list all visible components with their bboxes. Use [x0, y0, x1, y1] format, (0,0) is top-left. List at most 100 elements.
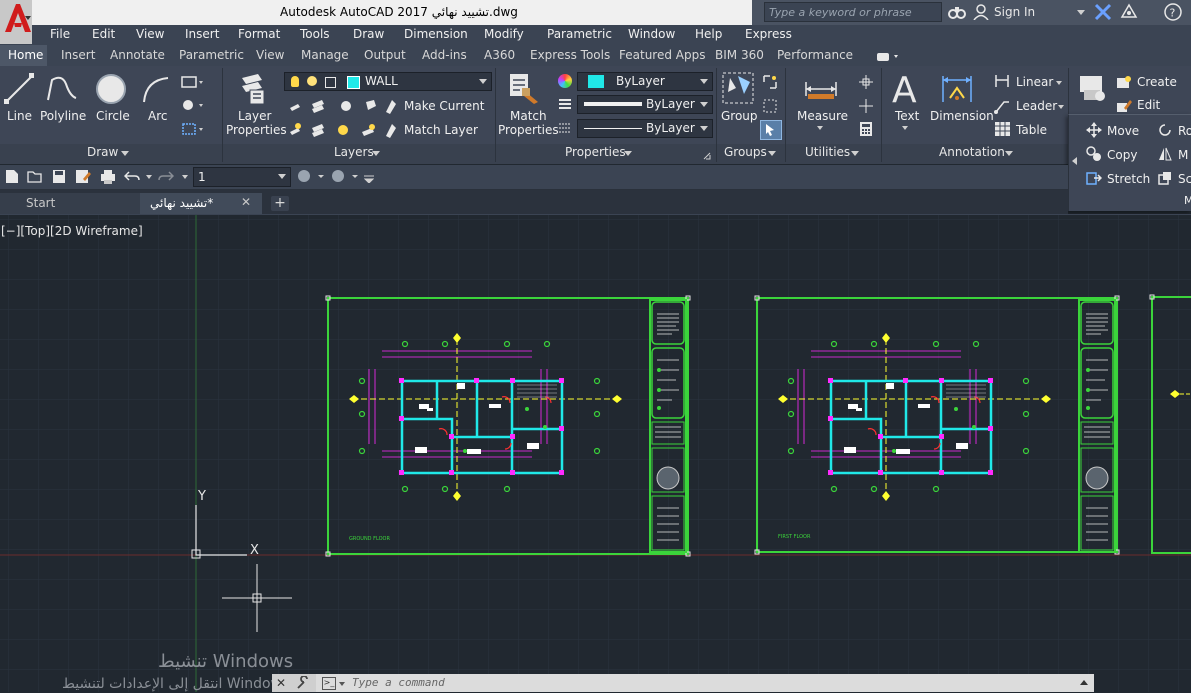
make-current-icon[interactable] [384, 98, 398, 114]
chevron-down-icon[interactable] [182, 175, 188, 179]
chevron-down-icon[interactable] [146, 175, 152, 179]
layer-dropdown[interactable]: WALL [284, 72, 492, 91]
dimension-icon[interactable] [940, 72, 974, 106]
text-icon[interactable]: A [890, 70, 922, 111]
stretch-icon[interactable] [1086, 170, 1103, 186]
tab-a360[interactable]: A360 [484, 48, 515, 62]
measure-button[interactable]: Measure [797, 109, 848, 123]
linear-dimension-icon[interactable] [994, 73, 1010, 89]
wrench-icon[interactable] [296, 675, 310, 690]
tab-annotate[interactable]: Annotate [110, 48, 165, 62]
arc-button[interactable]: Arc [148, 109, 167, 123]
properties-panel-title[interactable]: Properties [565, 145, 626, 159]
linetype-dropdown[interactable]: ByLayer [577, 119, 713, 138]
menu-draw[interactable]: Draw [353, 27, 384, 41]
modify-panel-title[interactable]: M [1184, 194, 1191, 207]
match-properties-icon[interactable] [508, 72, 542, 106]
draw-panel-title[interactable]: Draw [87, 145, 118, 159]
table-icon[interactable] [995, 122, 1010, 136]
scale-icon[interactable] [1158, 171, 1172, 185]
tab-view[interactable]: View [256, 48, 284, 62]
application-menu-button[interactable] [0, 0, 32, 44]
menu-format[interactable]: Format [238, 27, 280, 41]
edit-block-icon[interactable] [1116, 98, 1132, 114]
ungroup-icon[interactable] [762, 74, 778, 90]
viewport-controls-label[interactable]: [−][Top][2D Wireframe] [1, 224, 143, 238]
group-icon[interactable] [722, 72, 754, 104]
groups-panel-title[interactable]: Groups [724, 145, 767, 159]
polyline-button[interactable]: Polyline [40, 109, 86, 123]
polyline-icon[interactable] [46, 74, 78, 104]
calculator-icon[interactable] [860, 122, 872, 136]
menu-insert[interactable]: Insert [185, 27, 219, 41]
tab-add-ins[interactable]: Add-ins [422, 48, 467, 62]
group-edit-icon[interactable] [762, 98, 778, 114]
layer-properties-label-2[interactable]: Properties [226, 123, 287, 137]
stretch-button[interactable]: Stretch [1107, 172, 1150, 186]
linetype-icon[interactable] [558, 121, 572, 135]
save-icon[interactable] [52, 169, 66, 184]
rotate-button[interactable]: Ro [1178, 124, 1191, 138]
make-current-button[interactable]: Make Current [404, 99, 485, 113]
mirror-icon[interactable] [1158, 147, 1172, 161]
plot-icon[interactable] [100, 169, 116, 184]
leader-button[interactable]: Leader [1016, 99, 1057, 113]
create-block-icon[interactable] [1116, 74, 1132, 90]
lineweight-icon[interactable] [558, 97, 572, 111]
sign-in-button[interactable]: Sign In [994, 5, 1035, 19]
undo-icon[interactable] [123, 170, 140, 183]
tab-start[interactable]: Start [0, 193, 140, 214]
customize-qat-icon[interactable] [363, 172, 375, 184]
qat-layer-dropdown[interactable]: 1 [193, 167, 291, 187]
menu-edit[interactable]: Edit [92, 27, 115, 41]
panel-launcher-icon[interactable] [703, 149, 711, 160]
tab-manage[interactable]: Manage [301, 48, 349, 62]
create-block-button[interactable]: Create [1137, 75, 1177, 89]
tab-output[interactable]: Output [364, 48, 406, 62]
move-icon[interactable] [1086, 122, 1102, 138]
locate-point-icon[interactable] [858, 98, 874, 114]
layer-tools-row-2[interactable] [288, 122, 378, 138]
text-button[interactable]: Text [895, 109, 919, 123]
color-dropdown[interactable]: ByLayer [577, 72, 713, 91]
tab-insert[interactable]: Insert [61, 48, 95, 62]
edit-block-button[interactable]: Edit [1137, 98, 1160, 112]
menu-modify[interactable]: Modify [484, 27, 524, 41]
annotation-panel-title[interactable]: Annotation [939, 145, 1005, 159]
help-icon[interactable]: ? [1164, 3, 1182, 21]
command-line-input[interactable]: >_ Type a command [316, 674, 1094, 692]
lineweight-dropdown[interactable]: ByLayer [577, 95, 713, 114]
match-properties-label-1[interactable]: Match [510, 109, 547, 123]
match-layer-icon[interactable] [384, 122, 398, 138]
user-icon[interactable] [973, 4, 989, 21]
command-prompt-icon[interactable]: >_ [322, 677, 336, 690]
drawing-area[interactable]: GROUND FLOOR FIRST FLOOR Y X [0, 215, 1191, 692]
layers-panel-title[interactable]: Layers [334, 145, 374, 159]
menu-window[interactable]: Window [628, 27, 675, 41]
tab-featured-apps[interactable]: Featured Apps [619, 48, 705, 62]
menu-help[interactable]: Help [695, 27, 722, 41]
circle-icon[interactable] [94, 72, 128, 106]
close-icon[interactable]: ✕ [241, 196, 251, 208]
search-input[interactable]: Type a keyword or phrase [764, 2, 942, 22]
new-file-icon[interactable] [5, 169, 19, 184]
match-layer-button[interactable]: Match Layer [404, 123, 478, 137]
menu-tools[interactable]: Tools [300, 27, 330, 41]
rectangle-icon[interactable] [181, 76, 203, 88]
group-selection-icon[interactable] [760, 120, 782, 140]
copy-button[interactable]: Copy [1107, 148, 1137, 162]
color-wheel-icon[interactable] [558, 74, 572, 88]
measure-icon[interactable] [804, 78, 838, 100]
ribbon-options-icon[interactable] [876, 51, 902, 61]
tab-express-tools[interactable]: Express Tools [530, 48, 610, 62]
menu-view[interactable]: View [136, 27, 164, 41]
stay-connected-icon[interactable] [1120, 3, 1138, 21]
menu-dimension[interactable]: Dimension [404, 27, 468, 41]
utilities-panel-title[interactable]: Utilities [805, 145, 850, 159]
rotate-icon[interactable] [1158, 123, 1172, 137]
menu-express[interactable]: Express [745, 27, 792, 41]
menu-file[interactable]: File [50, 27, 70, 41]
menu-parametric[interactable]: Parametric [547, 27, 612, 41]
tab-bim-360[interactable]: BIM 360 [715, 48, 764, 62]
layer-properties-label-1[interactable]: Layer [238, 109, 271, 123]
